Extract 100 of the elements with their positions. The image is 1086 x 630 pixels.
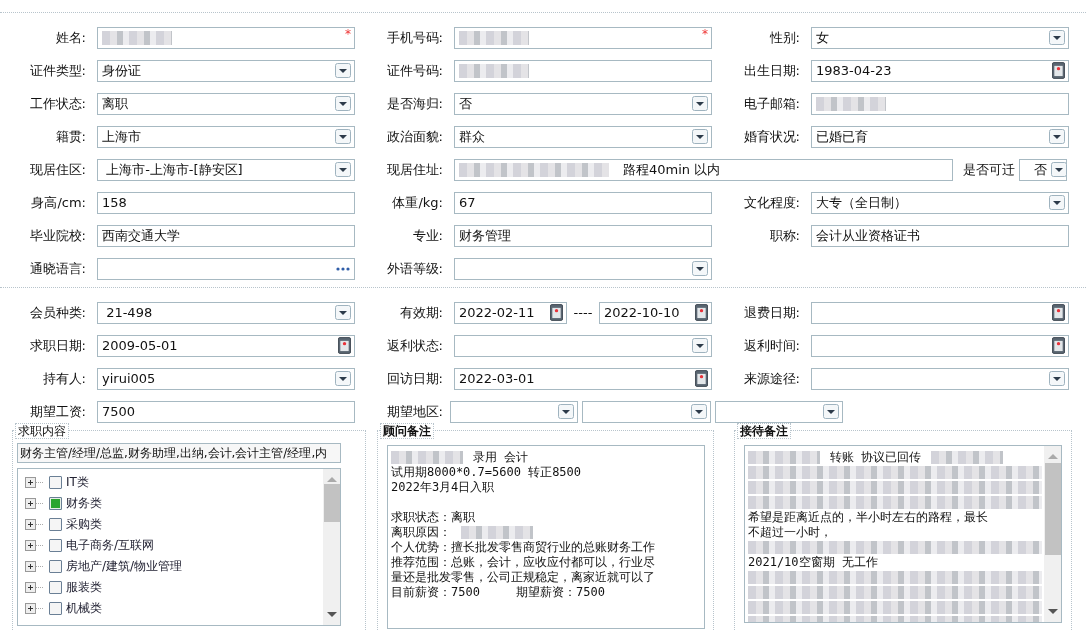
calendar-icon [338,337,351,354]
note-text: 转账 协议已回传 [830,450,922,465]
date-field[interactable] [811,334,1069,357]
date-field[interactable]: 2022-03-01 [454,367,712,390]
panel-legend: 求职内容 [15,423,69,439]
notes-textarea[interactable]: 转账 协议已回传 希望是距离近点的，半小时左右的路程，最长 不超过一小时， 2021/10空窗期 无工作 [744,445,1062,623]
checkbox[interactable] [49,581,62,594]
note-text: 目前薪资：7500 期望薪资：7500 [391,585,605,600]
calendar-icon [1052,337,1065,354]
field-label: 籍贯: [54,127,86,146]
date-field[interactable]: 2022-10-10 [599,301,712,324]
field-label: 工作状态: [28,94,86,113]
blurred-text [459,63,529,78]
dropdown-field[interactable]: 上海市-上海市-[静安区] [97,158,355,181]
field-label: 现居住区: [28,160,86,179]
note-text: 量还是批发零售，公司正规稳定，离家近就可以了 [391,570,655,585]
dropdown-field[interactable] [450,400,579,423]
text-field[interactable]: 158 [97,191,355,214]
blurred-text [461,526,533,539]
dropdown-field[interactable]: 女 [811,26,1069,49]
dropdown-field[interactable]: 上海市 [97,125,355,148]
blurred-text [748,451,820,464]
dropdown-field[interactable]: yirui005 [97,367,355,390]
note-text: 离职原因： [391,525,451,540]
field-label: 来源途径: [742,369,800,388]
dropdown-field[interactable]: 群众 [454,125,712,148]
expand-icon[interactable] [25,477,45,488]
scrollbar[interactable] [1044,446,1061,622]
tree-item[interactable]: 机械类 [66,600,102,617]
checkbox[interactable] [49,602,62,615]
text-field[interactable]: 财务管理 [454,224,712,247]
field-label: 出生日期: [742,61,800,80]
field-label: 职称: [768,226,800,245]
dropdown-field[interactable]: 否 [454,92,712,115]
text-field[interactable]: 西南交通大学 [97,224,355,247]
expand-icon[interactable] [25,561,45,572]
panel-legend: 顾问备注 [380,423,434,439]
field-label: 专业: [411,226,443,245]
field-label: 毕业院校: [28,226,86,245]
range-separator: ---- [572,305,594,320]
text-field[interactable]: * [454,26,712,49]
dropdown-field[interactable]: 已婚已育 [811,125,1069,148]
tree-item[interactable]: 房地产/建筑/物业管理 [66,558,183,575]
date-field[interactable]: 2022-02-11 [454,301,567,324]
tree-item[interactable]: 财务类 [66,495,102,512]
field-label: 身高/cm: [30,193,86,212]
calendar-icon [1052,62,1065,79]
text-field[interactable]: 7500 [97,400,355,423]
tree-item[interactable]: 电子商务/互联网 [66,537,155,554]
dropdown-field[interactable] [811,367,1069,390]
tree-item[interactable]: IT类 [66,474,89,491]
expand-icon[interactable] [25,519,45,530]
expand-icon[interactable] [25,498,45,509]
blurred-text [459,30,529,45]
field-label: 会员种类: [28,303,86,322]
field-label: 求职日期: [28,336,86,355]
tree-item[interactable]: 服装类 [66,579,102,596]
text-field[interactable] [811,92,1069,115]
tree-item[interactable]: 采购类 [66,516,102,533]
checkbox[interactable] [49,518,62,531]
dropdown-field[interactable]: 身份证 [97,59,355,82]
field-label: 是否海归: [385,94,443,113]
text-field[interactable]: 67 [454,191,712,214]
checkbox[interactable] [49,539,62,552]
selection-field[interactable]: 财务主管/经理/总监,财务助理,出纳,会计,会计主管/经理,内 [17,443,341,463]
text-field[interactable]: * [97,26,355,49]
dropdown-field[interactable]: 21-498 [97,301,355,324]
field-label: 手机号码: [385,28,443,47]
expand-icon[interactable] [25,582,45,593]
dropdown-field[interactable]: 否 [1019,158,1067,181]
expand-icon[interactable] [25,603,45,614]
scrollbar[interactable] [323,469,340,625]
dropdown-field[interactable]: 离职 [97,92,355,115]
dropdown-field[interactable] [454,257,712,280]
field-label: 回访日期: [385,369,443,388]
blurred-text [102,30,172,45]
calendar-icon [695,304,708,321]
dropdown-field[interactable]: 大专（全日制） [811,191,1069,214]
text-field[interactable]: 路程40min 以内 [454,158,953,181]
field-label: 性别: [768,28,800,47]
checkbox[interactable] [49,497,62,510]
checkbox[interactable] [49,476,62,489]
field-label: 是否可迁 [963,160,1015,179]
text-field[interactable]: 会计从业资格证书 [811,224,1069,247]
dropdown-field[interactable] [714,400,843,423]
date-field[interactable]: 1983-04-23 [811,59,1069,82]
dropdown-field[interactable] [582,400,711,423]
notes-textarea[interactable]: 录用 会计 试用期8000*0.7=5600 转正8500 2022年3月4日入职 求职状态：离职 离职原因： 个人优势：擅长批发零售商贸行业的总账财务工作 推荐范围：总账，会计，应收应付都可以，行业尽 量还是批发零售，公司正规稳定，离家近就可以了 目前薪资：7500 期望薪资：7500 [387,445,705,629]
expand-icon[interactable] [25,540,45,551]
dropdown-field[interactable] [454,334,712,357]
field-label: 证件号码: [385,61,443,80]
checkbox[interactable] [49,560,62,573]
date-field[interactable]: 2009-05-01 [97,334,355,357]
date-field[interactable] [811,301,1069,324]
text-field[interactable] [454,59,712,82]
panel-legend: 接待备注 [737,423,791,439]
lookup-field[interactable] [97,257,355,280]
field-label: 返利时间: [742,336,800,355]
note-text: 求职状态：离职 [391,510,475,525]
note-text: 2022年3月4日入职 [391,480,495,495]
